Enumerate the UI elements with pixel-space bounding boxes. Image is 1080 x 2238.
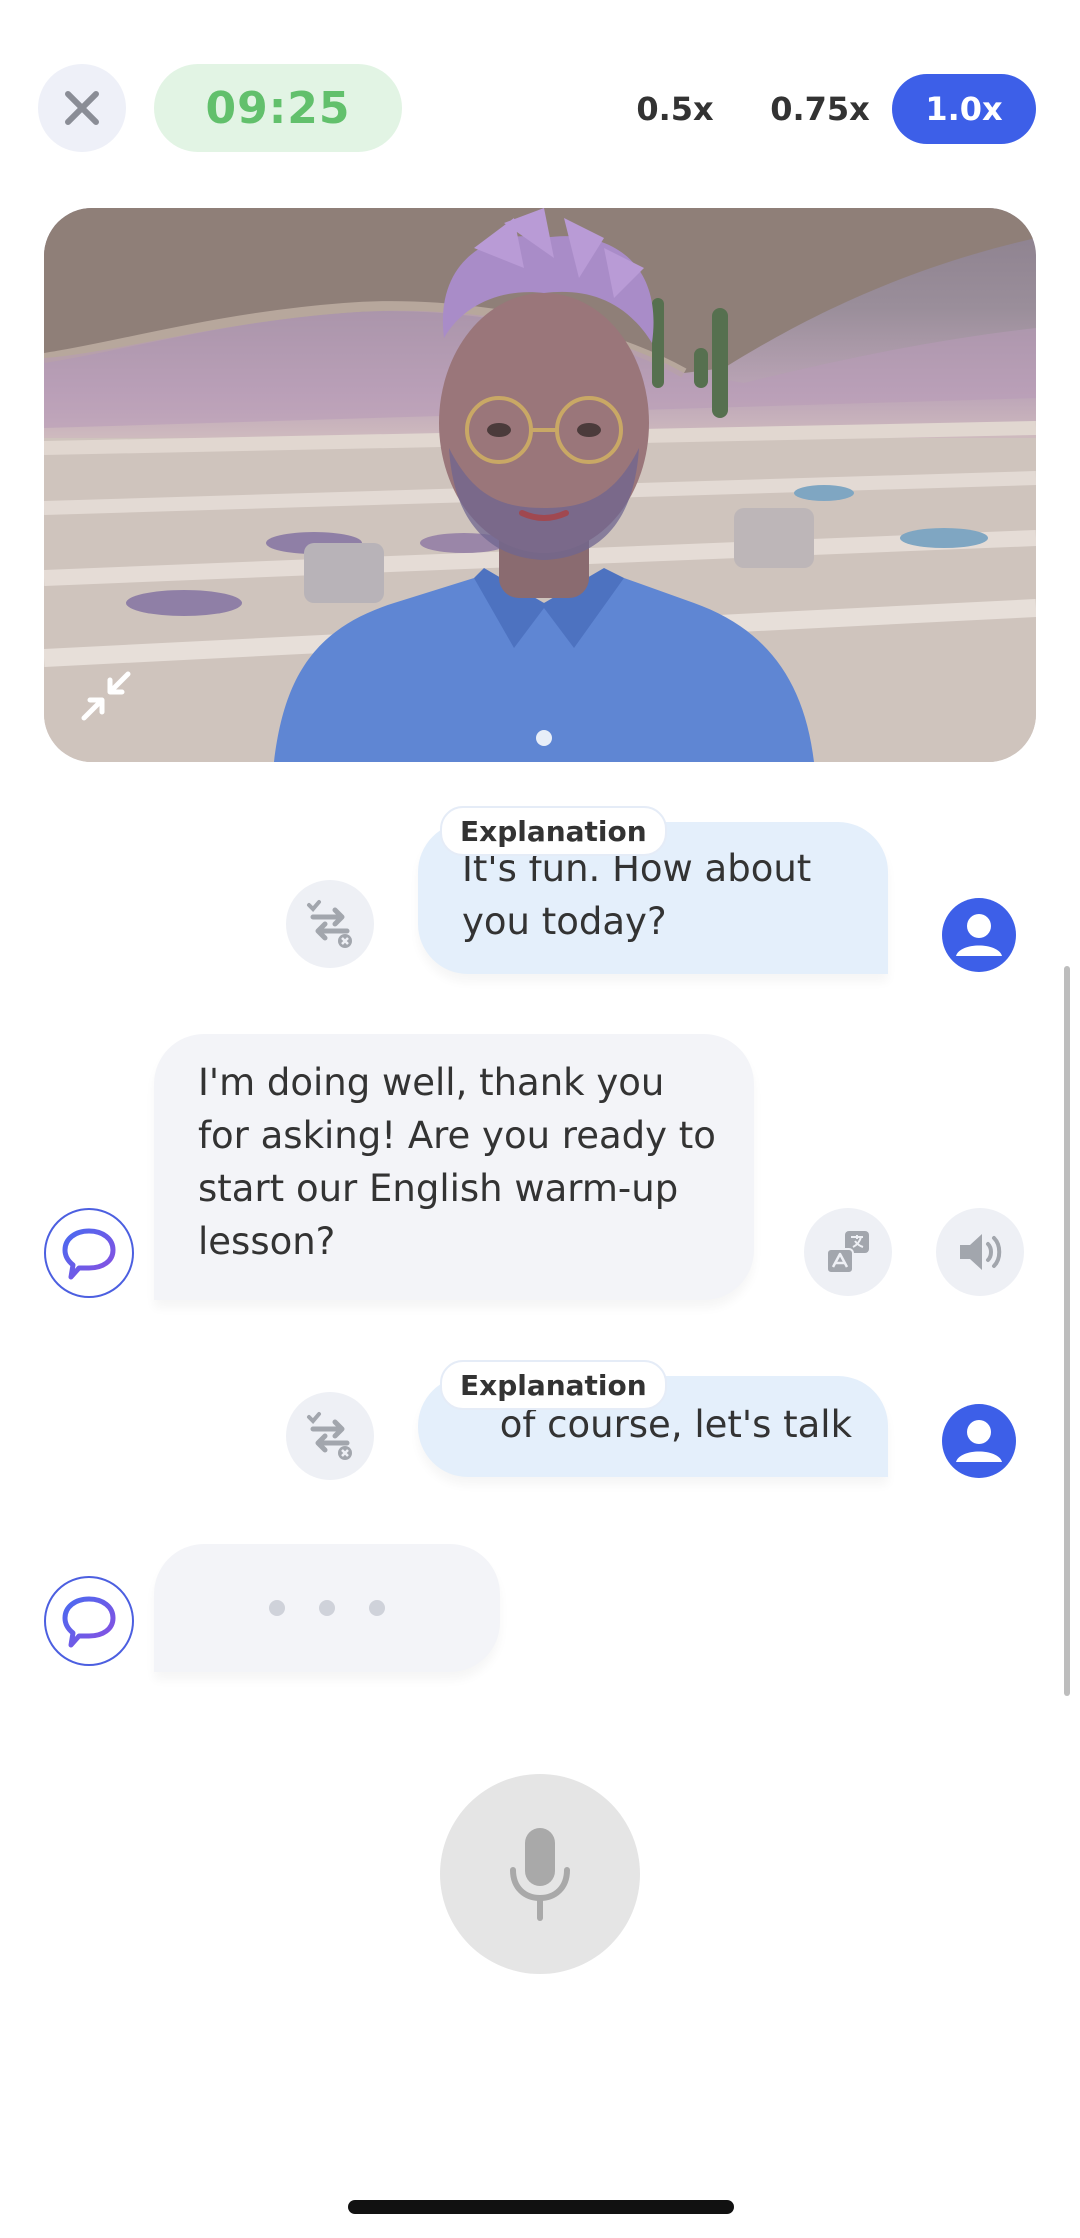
chat-scrollbar[interactable] [1064,966,1070,1696]
bot-avatar [44,1208,134,1298]
explanation-tag[interactable]: Explanation [440,1360,667,1410]
explanation-tag[interactable]: Explanation [440,806,667,856]
user-message-text: It's fun. How about you today? [462,847,812,943]
tutor-video[interactable] [44,208,1036,762]
typing-dot [269,1600,285,1616]
microphone-icon [510,1828,570,1921]
user-avatar [942,898,1016,972]
convert-button[interactable] [286,880,374,968]
bot-message-bubble: I'm doing well, thank you for asking! Ar… [154,1034,754,1300]
home-indicator[interactable] [348,2200,734,2214]
speed-option-0-5x[interactable]: 0.5x [620,74,730,144]
session-timer: 09:25 [154,64,402,152]
chat-bubble-logo-icon [62,1596,116,1648]
screen: 09:25 0.5x 0.75x 1.0x Explanation It's f… [0,0,1080,2238]
chat-bubble-logo-icon [62,1228,116,1280]
convert-button[interactable] [286,1392,374,1480]
typing-dot [319,1600,335,1616]
translate-icon [826,1231,869,1274]
bot-message-text: I'm doing well, thank you for asking! Ar… [198,1061,716,1263]
close-button[interactable] [38,64,126,152]
bot-avatar [44,1576,134,1666]
close-icon [65,91,99,125]
user-avatar-icon [956,914,1002,956]
collapse-arrows-icon [81,671,131,721]
speed-option-1-0x[interactable]: 1.0x [892,74,1036,144]
shrink-video-button[interactable] [78,668,142,732]
typing-dots [154,1544,500,1672]
typing-dot [369,1600,385,1616]
swap-check-icon [307,1412,352,1460]
speaker-icon [960,1234,1002,1270]
user-avatar-icon [956,1420,1002,1462]
microphone-button[interactable] [440,1774,640,1974]
user-avatar [942,1404,1016,1478]
translate-button[interactable] [804,1208,892,1296]
speed-option-0-75x[interactable]: 0.75x [760,74,880,144]
speaker-button[interactable] [936,1208,1024,1296]
typing-indicator-bubble [154,1544,500,1672]
swap-check-icon [307,900,352,948]
tutor-avatar-scene [44,208,1036,762]
